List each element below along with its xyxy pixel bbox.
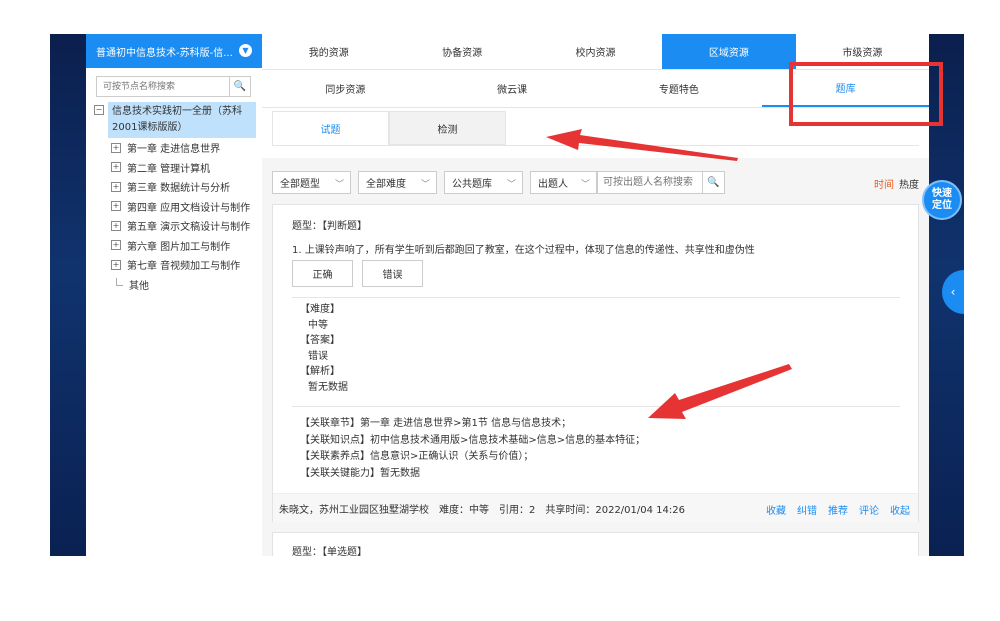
related-info: 【关联章节】第一章 走进信息世界>第1节 信息与信息技术； 【关联知识点】初中信… (300, 416, 645, 482)
chevron-down-icon[interactable]: ▼ (239, 44, 252, 57)
tree-item-label: 第四章 应用文档设计与制作 (127, 202, 251, 214)
sidebar-title[interactable]: 普通初中信息技术-苏科版-信... ▼ (86, 34, 262, 68)
tab-my-resources[interactable]: 我的资源 (262, 34, 395, 69)
question-details: 【难度】 中等 【答案】 错误 【解析】 暂无数据 (300, 302, 348, 395)
question-actions: 收藏 纠错 推荐 评论 收起 (755, 502, 910, 517)
tab-regional-resources[interactable]: 区域资源 (662, 34, 796, 69)
expand-icon[interactable]: + (111, 181, 121, 192)
favorite-button[interactable]: 收藏 (766, 506, 786, 517)
tree-root-label[interactable]: 信息技术实践初一全册（苏科2001课标版版） (108, 102, 256, 138)
related-ability: 【关联关键能力】暂无数据 (300, 467, 420, 479)
tab-micro-course[interactable]: 微云课 (429, 70, 596, 107)
sidebar-search: 🔍 (96, 76, 251, 97)
question-type: 题型：【判断题】 (292, 221, 367, 232)
tree-item-label: 第六章 图片加工与制作 (127, 241, 231, 253)
sidebar: 普通初中信息技术-苏科版-信... ▼ 🔍 − 信息技术实践初一全册（苏科200… (86, 34, 262, 556)
option-false-button[interactable]: 错误 (362, 260, 423, 287)
question-tabs: 试题 检测 (272, 111, 506, 145)
question-card: 题型：【单选题】 (272, 532, 919, 556)
difficulty-label: 【难度】 (300, 304, 340, 315)
tree-item-label: 其他 (129, 281, 149, 292)
expand-icon[interactable]: + (111, 240, 121, 251)
expand-icon[interactable]: + (111, 201, 121, 212)
sort-by-time[interactable]: 时间 (874, 180, 894, 191)
sort-options: 时间 热度 (874, 176, 919, 191)
related-literacy: 【关联素养点】信息意识>正确认识（关系与价值）； (300, 451, 534, 462)
highlight-box (789, 62, 943, 126)
tree-item-chapter-4[interactable]: + 第四章 应用文档设计与制作 (94, 197, 259, 217)
sidebar-search-input[interactable] (97, 77, 229, 96)
answer-label: 【答案】 (300, 335, 340, 346)
expand-icon[interactable]: + (111, 220, 121, 231)
chevron-down-icon: ﹀ (506, 180, 516, 190)
bank-select[interactable]: 公共题库 ﹀ (444, 171, 523, 194)
filter-bar: 全部题型 ﹀ 全部难度 ﹀ 公共题库 ﹀ 出题人 ﹀ 🔍 (272, 171, 725, 194)
answer-value: 错误 (308, 350, 328, 362)
background-left (50, 34, 86, 556)
search-icon[interactable]: 🔍 (229, 77, 250, 96)
tab-sync-resources[interactable]: 同步资源 (262, 70, 429, 107)
option-true-button[interactable]: 正确 (292, 260, 353, 287)
bank-select-value: 公共题库 (452, 179, 492, 190)
tree-item-chapter-6[interactable]: + 第六章 图片加工与制作 (94, 236, 259, 256)
search-icon[interactable]: 🔍 (702, 172, 724, 193)
expand-icon[interactable]: + (111, 142, 121, 153)
chapter-tree: − 信息技术实践初一全册（苏科2001课标版版） + 第一章 走进信息世界 + 第二… (94, 102, 259, 295)
author-select-value: 出题人 (538, 179, 568, 190)
tree-item-chapter-7[interactable]: + 第七章 音视频加工与制作 (94, 255, 259, 275)
tab-school-resources[interactable]: 校内资源 (529, 34, 662, 69)
question-meta: 朱晓文，苏州工业园区独墅湖学校 难度：中等 引用：2 共享时间：2022/01/… (279, 504, 685, 516)
tree-item-label: 第二章 管理计算机 (127, 163, 211, 175)
tab-tests[interactable]: 检测 (389, 111, 506, 145)
divider (292, 297, 900, 298)
expand-icon[interactable]: + (111, 259, 121, 270)
tree-item-label: 第七章 音视频加工与制作 (127, 261, 241, 273)
sort-by-hot[interactable]: 热度 (899, 180, 919, 191)
difficulty-select[interactable]: 全部难度 ﹀ (358, 171, 437, 194)
tree-item-label: 第五章 演示文稿设计与制作 (127, 222, 251, 234)
question-footer: 朱晓文，苏州工业园区独墅湖学校 难度：中等 引用：2 共享时间：2022/01/… (273, 493, 918, 522)
difficulty-select-value: 全部难度 (366, 179, 406, 190)
tab-shared-resources[interactable]: 协备资源 (395, 34, 528, 69)
report-error-button[interactable]: 纠错 (797, 506, 817, 517)
difficulty-value: 中等 (308, 319, 328, 331)
tab-questions[interactable]: 试题 (272, 111, 389, 145)
comment-button[interactable]: 评论 (859, 506, 879, 517)
related-chapter: 【关联章节】第一章 走进信息世界>第1节 信息与信息技术； (300, 418, 572, 429)
chevron-down-icon: ﹀ (420, 180, 430, 190)
tree-item-label: 第一章 走进信息世界 (127, 144, 221, 156)
expand-icon[interactable]: + (111, 162, 121, 173)
quick-locate-button[interactable]: 快速 定位 (922, 180, 962, 220)
collapse-icon[interactable]: − (94, 105, 104, 115)
quick-locate-label-2: 定位 (932, 200, 952, 211)
quick-locate-label-1: 快速 (932, 188, 952, 199)
tree-item-chapter-3[interactable]: + 第三章 数据统计与分析 (94, 177, 259, 197)
collapse-button[interactable]: 收起 (890, 506, 910, 517)
question-type: 题型：【单选题】 (292, 547, 367, 556)
question-text: 1. 上课铃声响了，所有学生听到后都跑回了教室，在这个过程中，体现了信息的传递性… (292, 245, 755, 256)
chevron-down-icon: ﹀ (334, 180, 344, 190)
related-knowledge: 【关联知识点】初中信息技术通用版>信息技术基础>信息>信息的基本特征； (300, 434, 646, 446)
sidebar-title-label: 普通初中信息技术-苏科版-信... (96, 47, 233, 59)
tree-item-chapter-1[interactable]: + 第一章 走进信息世界 (94, 138, 259, 158)
divider (292, 406, 900, 407)
tree-item-label: 第三章 数据统计与分析 (127, 183, 231, 195)
analysis-label: 【解析】 (300, 366, 340, 377)
type-select-value: 全部题型 (280, 179, 320, 190)
divider (272, 145, 919, 146)
tree-item-other[interactable]: 其他 (94, 275, 259, 295)
type-select[interactable]: 全部题型 ﹀ (272, 171, 351, 194)
tree-connector (116, 277, 123, 286)
chevron-down-icon: ﹀ (580, 180, 590, 190)
tab-special-topics[interactable]: 专题特色 (596, 70, 763, 107)
author-search-input[interactable] (598, 172, 702, 193)
tree-item-chapter-5[interactable]: + 第五章 演示文稿设计与制作 (94, 216, 259, 236)
recommend-button[interactable]: 推荐 (828, 506, 848, 517)
author-search: 🔍 (597, 171, 725, 194)
question-card: 题型：【判断题】 1. 上课铃声响了，所有学生听到后都跑回了教室，在这个过程中，… (272, 204, 919, 522)
tree-root[interactable]: − 信息技术实践初一全册（苏科2001课标版版） (94, 102, 259, 138)
author-select[interactable]: 出题人 ﹀ (530, 171, 597, 194)
tree-item-chapter-2[interactable]: + 第二章 管理计算机 (94, 158, 259, 178)
analysis-value: 暂无数据 (308, 381, 348, 393)
